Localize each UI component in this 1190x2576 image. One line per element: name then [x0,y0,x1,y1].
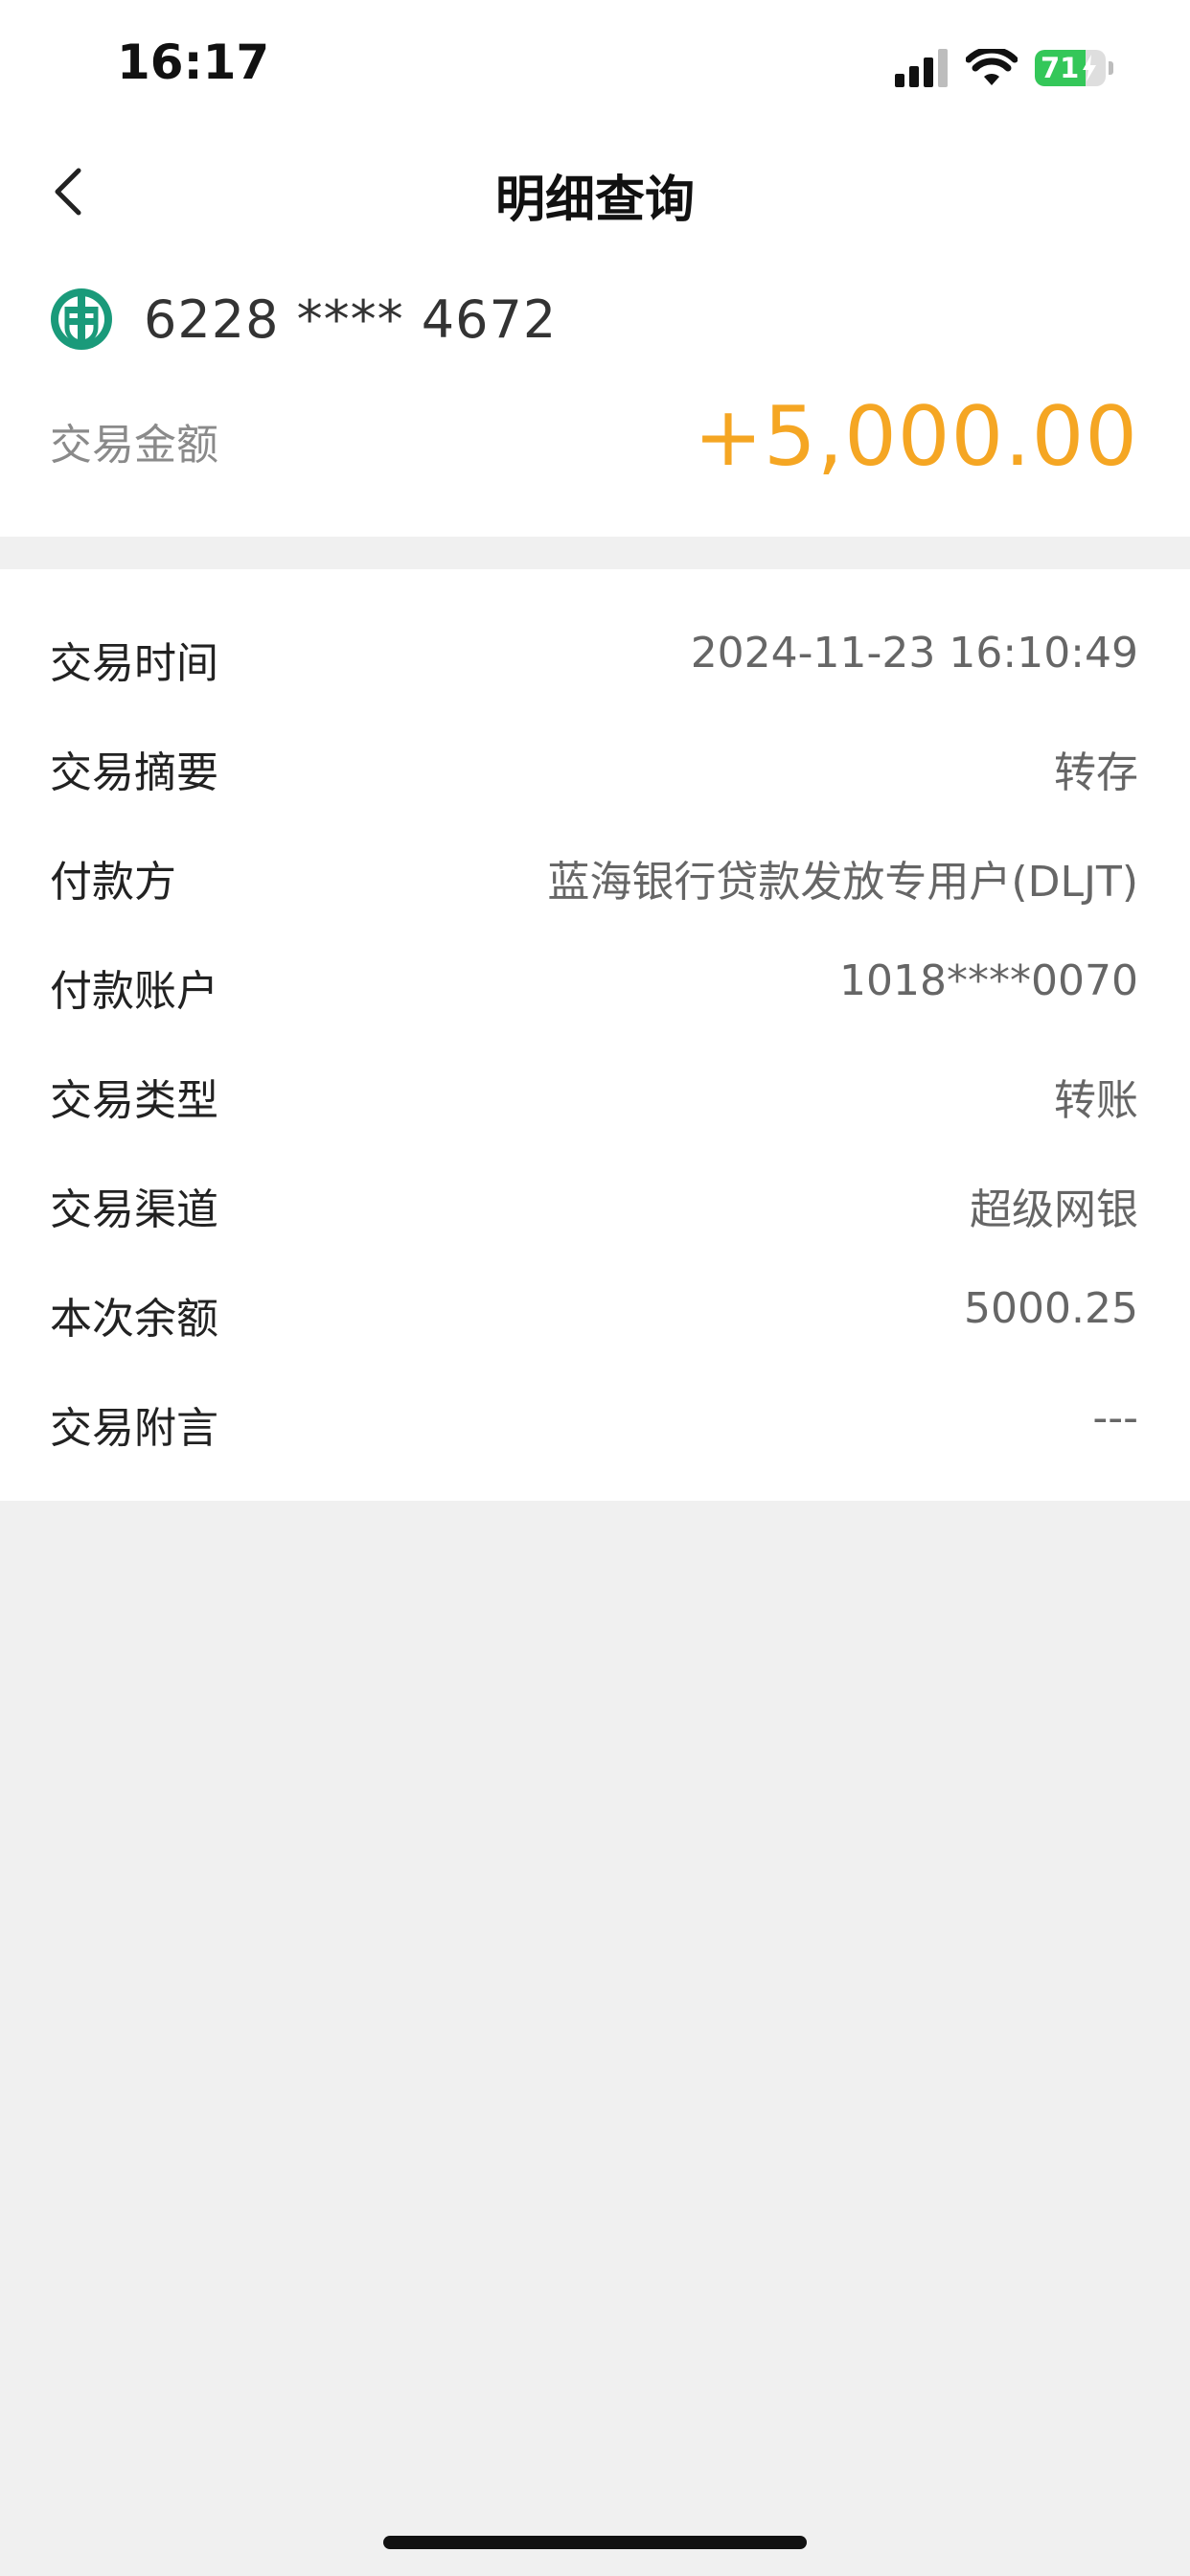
transaction-details: 交易时间 2024-11-23 16:10:49 交易摘要 转存 付款方 蓝海银… [0,569,1190,1501]
amount-label: 交易金额 [50,421,218,470]
detail-label: 交易渠道 [50,1185,218,1234]
battery-charging-icon: 71 [1035,49,1113,87]
page-title: 明细查询 [494,172,695,229]
bolt-icon [1083,55,1096,81]
bank-logo-icon [51,288,112,350]
detail-value: 蓝海银行贷款发放专用户(DLJT) [547,858,1138,907]
detail-value: 5000.25 [964,1284,1138,1333]
detail-row-summary: 交易摘要 转存 [0,707,1190,816]
status-icons: 71 [895,46,1113,90]
detail-label: 付款方 [50,858,176,907]
detail-label: 交易附言 [50,1404,218,1453]
detail-value: 超级网银 [970,1185,1138,1234]
detail-row-memo: 交易附言 --- [0,1363,1190,1472]
status-bar: 16:17 71 [0,0,1190,134]
detail-label: 付款账户 [50,967,218,1016]
detail-label: 本次余额 [50,1295,218,1344]
account-summary-card: 6228 **** 4672 交易金额 +5,000.00 [0,249,1190,537]
detail-row-type: 交易类型 转账 [0,1035,1190,1144]
cellular-signal-icon [895,49,948,87]
detail-label: 交易类型 [50,1076,218,1125]
detail-value: 2024-11-23 16:10:49 [690,629,1138,678]
battery-percent: 71 [1041,52,1080,84]
amount-value: +5,000.00 [693,389,1138,485]
detail-row-payer-account: 付款账户 1018****0070 [0,926,1190,1035]
detail-row-channel: 交易渠道 超级网银 [0,1144,1190,1254]
detail-label: 交易时间 [50,639,218,688]
detail-row-time: 交易时间 2024-11-23 16:10:49 [0,598,1190,707]
card-number: 6228 **** 4672 [144,289,558,350]
home-indicator[interactable] [383,2536,807,2549]
detail-value: 1018****0070 [839,956,1138,1005]
wifi-icon [966,49,1018,85]
detail-row-balance: 本次余额 5000.25 [0,1254,1190,1363]
detail-value: 转存 [1054,748,1138,797]
detail-row-payer: 付款方 蓝海银行贷款发放专用户(DLJT) [0,816,1190,926]
detail-value: --- [1092,1393,1138,1442]
status-time: 16:17 [117,34,270,90]
detail-label: 交易摘要 [50,748,218,797]
detail-value: 转账 [1054,1076,1138,1125]
nav-bar: 明细查询 [0,134,1190,249]
